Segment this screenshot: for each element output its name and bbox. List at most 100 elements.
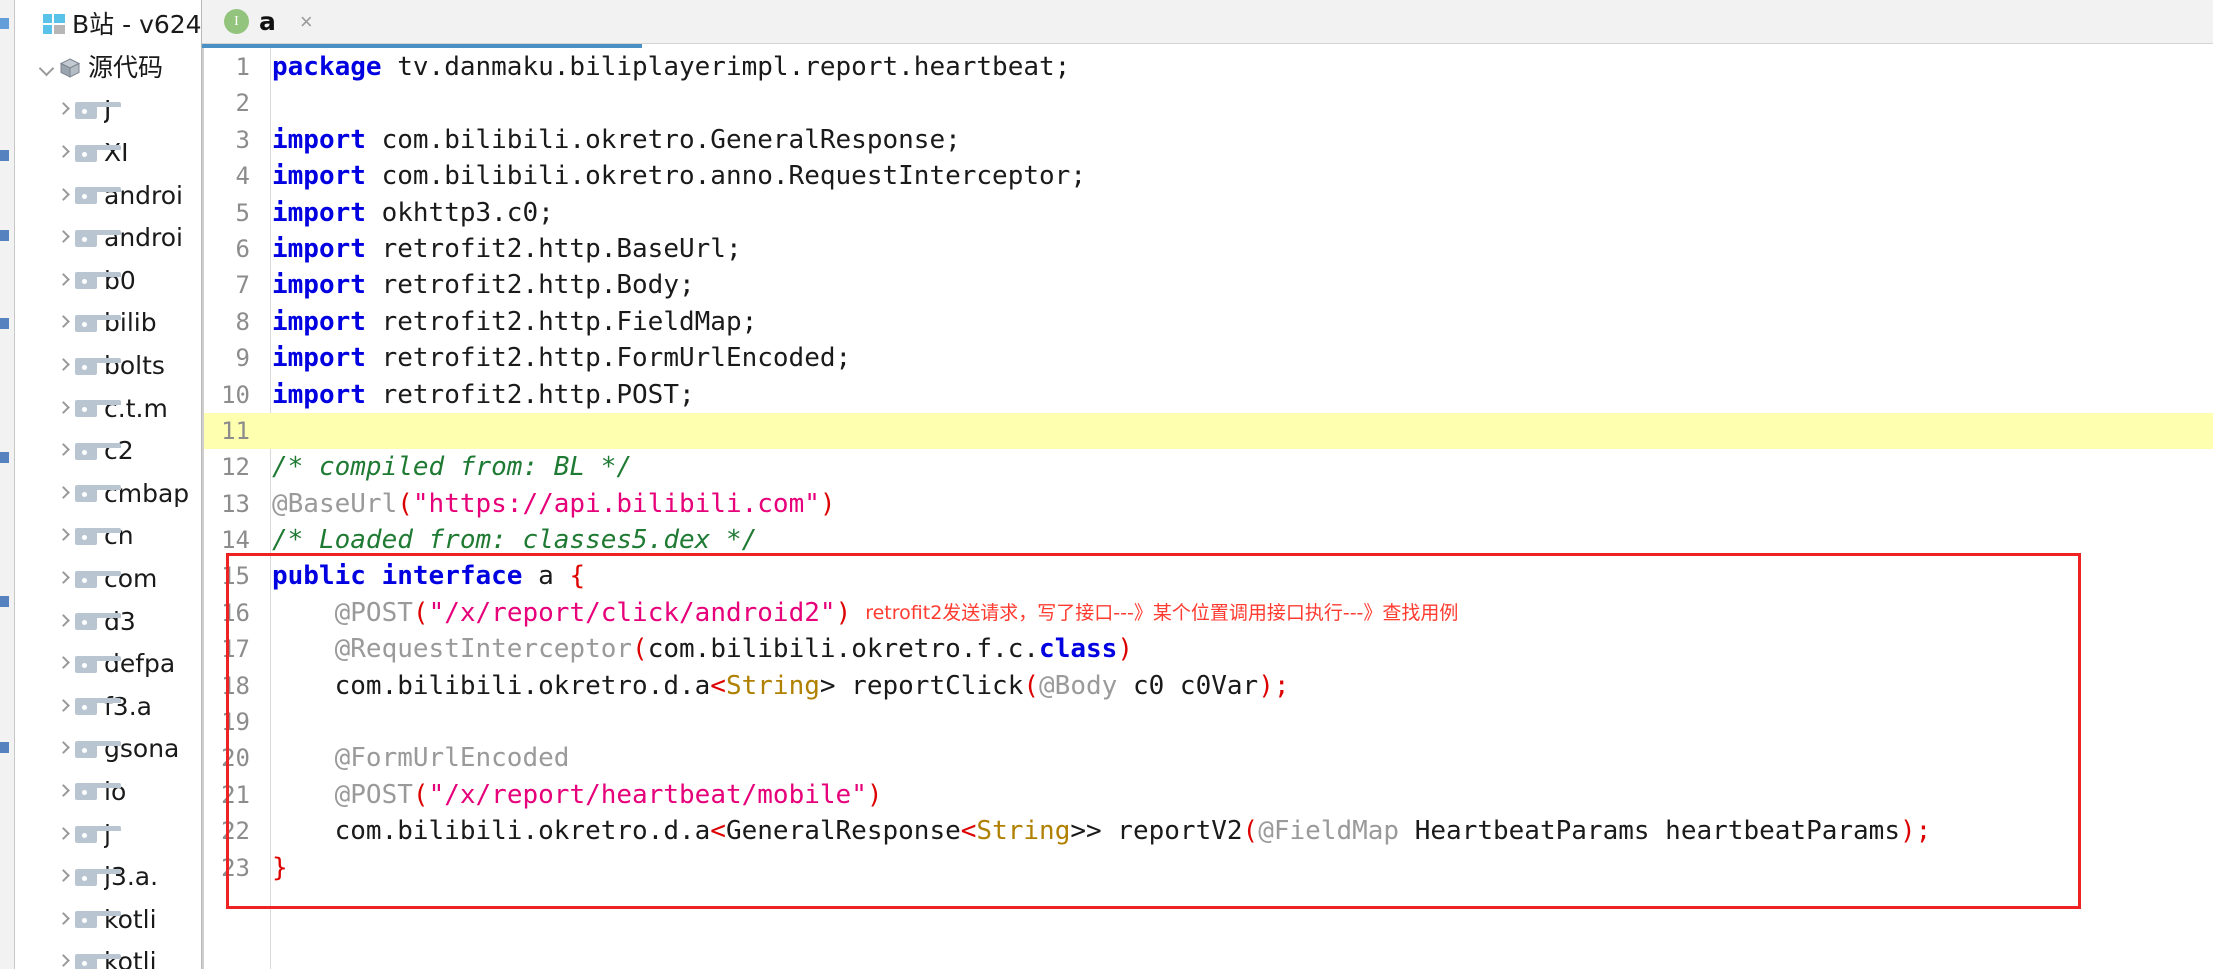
code-line-9[interactable]: 9 import retrofit2.http.FormUrlEncoded;	[202, 340, 2213, 376]
code-line-16[interactable]: 16 @POST("/x/report/click/android2") retr…	[202, 595, 2213, 631]
line-number: 12	[221, 453, 250, 482]
line-number: 4	[235, 162, 250, 191]
strip-marker-4	[0, 318, 9, 329]
code-viewer[interactable]: 1 package tv.danmaku.biliplayerimpl.repor…	[202, 43, 2213, 969]
token-pln: retrofit2.http.POST;	[365, 379, 695, 410]
tree-item-b0-4[interactable]: b0	[15, 260, 201, 303]
code-line-20[interactable]: 20 @FormUrlEncoded	[202, 740, 2213, 776]
code-line-text: @BaseUrl("https://api.bilibili.com")	[260, 486, 836, 522]
tree-item-f3a-14[interactable]: f3.a	[15, 686, 201, 729]
token-pln	[272, 598, 335, 628]
code-line-11[interactable]: 11	[202, 412, 2213, 450]
code-line-8[interactable]: 8 import retrofit2.http.FieldMap;	[202, 304, 2213, 340]
chevron-right-icon[interactable]	[53, 186, 73, 206]
chevron-right-icon[interactable]	[53, 441, 73, 461]
strip-marker-6	[0, 596, 9, 607]
code-line-3[interactable]: 3 import com.bilibili.okretro.GeneralResp…	[202, 122, 2213, 158]
tree-item-label: j	[104, 819, 111, 849]
strip-marker-2	[0, 150, 9, 161]
tree-item-bolts-6[interactable]: bolts	[15, 345, 201, 388]
token-ann: @FieldMap	[1258, 816, 1400, 847]
tree-root-node[interactable]: B站 - v624	[15, 4, 201, 47]
tree-item-io-16[interactable]: io	[15, 771, 201, 814]
tree-item-bilib-5[interactable]: bilib	[15, 302, 201, 345]
tree-item-xi-1[interactable]: XI	[15, 132, 201, 175]
chevron-right-icon[interactable]	[53, 271, 73, 291]
chevron-right-icon[interactable]	[53, 825, 73, 845]
interface-icon: I	[224, 9, 249, 34]
chevron-right-icon[interactable]	[53, 569, 73, 589]
chevron-right-icon[interactable]	[53, 952, 73, 969]
chevron-right-icon[interactable]	[53, 697, 73, 717]
code-line-12[interactable]: 12 /* compiled from: BL */	[202, 449, 2213, 485]
chevron-down-icon[interactable]	[37, 58, 57, 78]
code-line-5[interactable]: 5 import okhttp3.c0;	[202, 195, 2213, 231]
folder-icon	[75, 953, 121, 969]
project-tree-sidebar[interactable]: B站 - v624 源代码 J XI androi androi b0 bilib bolt…	[15, 0, 202, 969]
token-ann: @Body	[1039, 670, 1118, 701]
code-line-7[interactable]: 7 import retrofit2.http.Body;	[202, 267, 2213, 303]
code-line-4[interactable]: 4 import com.bilibili.okretro.anno.Reques…	[202, 158, 2213, 194]
code-line-17[interactable]: 17 @RequestInterceptor(com.bilibili.okre…	[202, 631, 2213, 667]
chevron-right-icon[interactable]	[53, 526, 73, 546]
chevron-right-icon[interactable]	[53, 100, 73, 120]
close-icon[interactable]: ×	[300, 10, 313, 33]
tree-item-kotli-20[interactable]: kotli	[15, 941, 201, 969]
line-number: 15	[221, 562, 250, 591]
code-line-23[interactable]: 23}	[202, 850, 2213, 886]
tree-item-defpa-13[interactable]: defpa	[15, 643, 201, 686]
chevron-right-icon[interactable]	[53, 143, 73, 163]
code-line-13[interactable]: 13 @BaseUrl("https://api.bilibili.com")	[202, 486, 2213, 522]
tree-item-androi-2[interactable]: androi	[15, 174, 201, 217]
chevron-right-icon[interactable]	[53, 782, 73, 802]
chevron-right-icon[interactable]	[53, 910, 73, 930]
token-ann: @POST	[334, 779, 413, 810]
folder-icon	[75, 740, 121, 758]
token-ann: @RequestInterceptor	[334, 634, 633, 665]
tree-item-com-11[interactable]: com	[15, 558, 201, 601]
code-line-6[interactable]: 6 import retrofit2.http.BaseUrl;	[202, 231, 2213, 267]
editor-tab-a[interactable]: I a ×	[202, 0, 327, 43]
tree-item-gsona-15[interactable]: gsona	[15, 728, 201, 771]
token-pln: com.bilibili.okretro.anno.RequestInterce…	[365, 161, 1086, 192]
token-par: (	[412, 779, 429, 810]
chevron-right-icon[interactable]	[53, 356, 73, 376]
code-line-14[interactable]: 14 /* Loaded from: classes5.dex */	[202, 522, 2213, 558]
code-line-19[interactable]: 19	[202, 704, 2213, 740]
token-pln	[272, 780, 335, 810]
chevron-right-icon[interactable]	[53, 313, 73, 333]
tree-item-j3a-18[interactable]: j3.a.	[15, 856, 201, 899]
tree-item-c2-8[interactable]: c2	[15, 430, 201, 473]
line-number: 3	[235, 125, 250, 154]
chevron-right-icon[interactable]	[53, 654, 73, 674]
chevron-right-icon[interactable]	[53, 399, 73, 419]
tree-item-cn-10[interactable]: cn	[15, 515, 201, 558]
tree-item-kotli-19[interactable]: kotli	[15, 898, 201, 941]
code-line-2[interactable]: 2	[202, 85, 2213, 121]
code-line-15[interactable]: 15 public interface a {	[202, 558, 2213, 594]
code-line-21[interactable]: 21 @POST("/x/report/heartbeat/mobile")	[202, 777, 2213, 813]
code-line-18[interactable]: 18 com.bilibili.okretro.d.a<String> repo…	[202, 668, 2213, 704]
tree-item-androi-3[interactable]: androi	[15, 217, 201, 260]
tree: B站 - v624 源代码 J XI androi androi b0 bilib bolt…	[15, 0, 201, 969]
code-line-text: com.bilibili.okretro.d.a<GeneralResponse…	[260, 813, 1932, 849]
tree-item-ctm-7[interactable]: c.t.m	[15, 387, 201, 430]
tree-item-d3-12[interactable]: d3	[15, 600, 201, 643]
folder-icon	[75, 272, 121, 290]
chevron-right-icon[interactable]	[53, 612, 73, 632]
tree-node-source[interactable]: 源代码	[15, 47, 201, 90]
chevron-right-icon[interactable]	[53, 484, 73, 504]
tree-item-j-0[interactable]: J	[15, 89, 201, 132]
left-toolbar-strip[interactable]	[0, 0, 15, 969]
token-str: "/x/report/heartbeat/mobile"	[428, 779, 867, 810]
chevron-right-icon[interactable]	[53, 739, 73, 759]
chevron-right-icon[interactable]	[53, 867, 73, 887]
chevron-right-icon[interactable]	[53, 228, 73, 248]
code-line-1[interactable]: 1 package tv.danmaku.biliplayerimpl.repor…	[202, 49, 2213, 85]
code-line-10[interactable]: 10 import retrofit2.http.POST;	[202, 377, 2213, 413]
code-line-text: import com.bilibili.okretro.anno.Request…	[260, 158, 1086, 194]
tree-node-source-label: 源代码	[88, 52, 164, 82]
tree-item-cmbap-9[interactable]: cmbap	[15, 473, 201, 516]
tree-item-j-17[interactable]: j	[15, 813, 201, 856]
code-line-22[interactable]: 22 com.bilibili.okretro.d.a<GeneralRespo…	[202, 813, 2213, 849]
